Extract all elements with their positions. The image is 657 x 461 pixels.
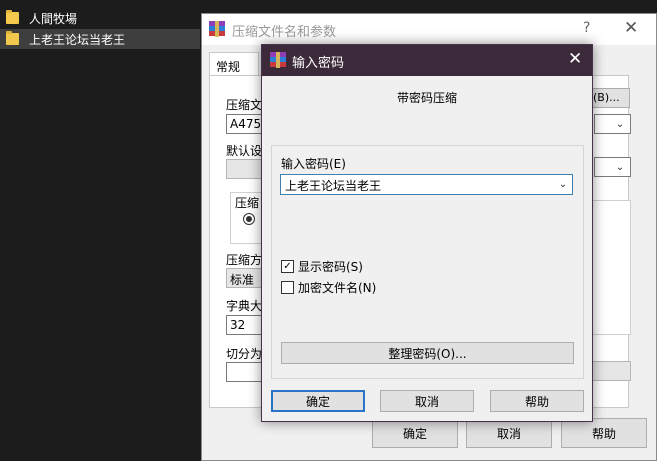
browse-button[interactable]: (B)...: [590, 88, 630, 108]
archive-format-label: 压缩: [235, 194, 260, 211]
ok-label: 确定: [402, 426, 427, 441]
dictionary-label: 字典大: [226, 299, 263, 313]
password-dialog: 输入密码 ✕ 带密码压缩 输入密码(E) 上老王论坛当老王 ⌄ ✓ 显示密码(S…: [261, 44, 593, 422]
show-password-label: 显示密码(S): [298, 260, 363, 274]
encrypt-filenames-checkbox[interactable]: 加密文件名(N): [281, 279, 376, 296]
checkbox-checked-icon[interactable]: ✓: [281, 260, 294, 273]
help-button[interactable]: 帮助: [561, 418, 647, 448]
right-field[interactable]: [589, 361, 631, 381]
help-label: 帮助: [591, 426, 616, 441]
update-mode-select[interactable]: ⌄: [594, 114, 631, 134]
help-icon[interactable]: ?: [583, 20, 590, 36]
method-value: 标准: [230, 273, 255, 287]
cancel-button[interactable]: 取消: [466, 418, 552, 448]
winrar-icon: [209, 21, 225, 37]
winrar-icon: [270, 52, 286, 68]
browse-label: (B)...: [593, 91, 620, 104]
title-bar: 压缩文件名和参数 ? ✕: [202, 14, 656, 45]
archive-name-label: 压缩文: [226, 98, 263, 112]
show-password-checkbox[interactable]: ✓ 显示密码(S): [281, 258, 363, 275]
folder-item-1[interactable]: 人間牧場: [0, 8, 200, 28]
folder-icon: [6, 10, 19, 24]
help-label: 帮助: [524, 394, 549, 409]
dialog-heading: 带密码压缩: [396, 91, 457, 105]
checkbox-icon[interactable]: [281, 281, 294, 294]
close-icon[interactable]: ✕: [624, 18, 638, 38]
cancel-button[interactable]: 取消: [380, 390, 474, 412]
ok-button[interactable]: 确定: [271, 390, 365, 412]
profile-combo[interactable]: ⌄: [594, 157, 631, 177]
ok-button[interactable]: 确定: [372, 418, 458, 448]
title-bar: 输入密码 ✕: [262, 45, 592, 76]
help-button[interactable]: 帮助: [490, 390, 584, 412]
chevron-down-icon[interactable]: ⌄: [554, 175, 572, 194]
chevron-down-icon: ⌄: [615, 161, 625, 173]
folder-icon: [6, 31, 19, 45]
format-radio[interactable]: [243, 213, 255, 225]
default-profile-label: 默认设: [226, 144, 263, 158]
dialog-title: 压缩文件名和参数: [232, 25, 337, 40]
close-icon[interactable]: ✕: [568, 49, 582, 69]
chevron-down-icon: ⌄: [615, 118, 625, 130]
dictionary-value: 32: [230, 318, 246, 332]
password-input[interactable]: 上老王论坛当老王 ⌄: [280, 174, 573, 195]
cancel-label: 取消: [414, 394, 439, 409]
method-label: 压缩方: [226, 253, 263, 267]
password-label: 输入密码(E): [281, 157, 346, 171]
encrypt-filenames-label: 加密文件名(N): [298, 281, 377, 295]
cancel-label: 取消: [496, 426, 521, 441]
organize-passwords-button[interactable]: 整理密码(O)...: [281, 342, 574, 364]
ok-label: 确定: [305, 394, 330, 409]
folder-label: 上老王论坛当老王: [29, 32, 126, 47]
folder-item-2[interactable]: 上老王论坛当老王: [0, 29, 200, 49]
split-label: 切分为: [226, 347, 263, 361]
password-value: 上老王论坛当老王: [285, 179, 382, 193]
folder-label: 人間牧場: [29, 11, 78, 26]
options-box: [589, 200, 631, 335]
tab-general[interactable]: 常规: [209, 52, 259, 76]
organize-label: 整理密码(O)...: [388, 346, 467, 361]
dialog-title: 输入密码: [292, 56, 345, 71]
